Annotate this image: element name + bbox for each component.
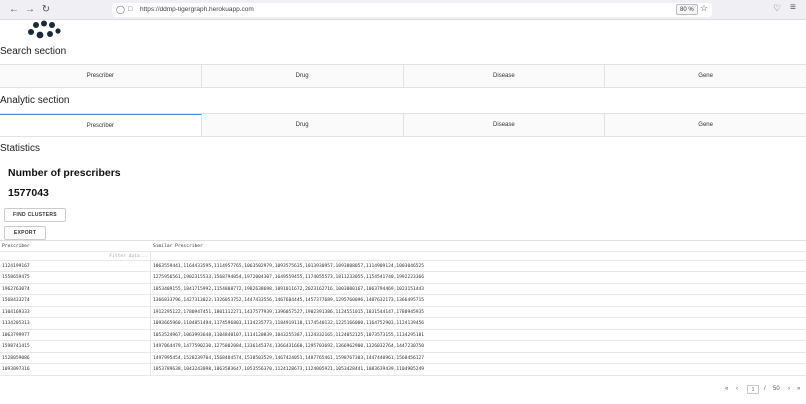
star-icon[interactable]: ☆ (700, 3, 708, 14)
total-pages: 50 (773, 386, 780, 392)
similar-prescriber-cell[interactable]: 1275956561,1902315533,1568794054,1972004… (153, 272, 803, 283)
search-section-title: Search section (0, 46, 67, 57)
similar-prescriber-cell[interactable]: 1366833796,1427313022,1326053752,1447433… (153, 295, 803, 306)
analytic-tab-disease[interactable]: Disease (404, 114, 606, 136)
similar-prescriber-cell[interactable]: 1093665960,1104851494,1174596803,1134235… (153, 318, 803, 329)
prescriber-cell[interactable]: 1962763074 (2, 284, 148, 295)
table-row[interactable]: 1063799977 1053524967,1063993648,11048401… (0, 330, 806, 341)
similarity-grid: Prescriber Similar Prescriber Filter dat… (0, 240, 806, 376)
shield-icon[interactable]: ◯ (116, 3, 125, 17)
prescriber-cell[interactable]: 1104169333 (2, 307, 148, 318)
similar-prescriber-cell[interactable]: 1497064479,1477590230,1275802084,1336145… (153, 341, 803, 352)
analytic-section-title: Analytic section (0, 95, 70, 106)
first-page-icon[interactable]: « (725, 386, 728, 392)
analytic-tab-gene[interactable]: Gene (605, 114, 806, 136)
app-logo (28, 20, 61, 39)
search-tab-prescriber[interactable]: Prescriber (0, 65, 202, 87)
similar-prescriber-cell[interactable]: 1497995454,1528239704,1568484574,1538503… (153, 353, 803, 364)
page-input[interactable]: 1 (747, 385, 759, 394)
table-row[interactable]: 1528059086 1497995454,1528239704,15684845… (0, 353, 806, 364)
search-tab-gene[interactable]: Gene (605, 65, 806, 87)
prescriber-cell[interactable]: 1063799977 (2, 330, 148, 341)
url-text[interactable]: https://ddmp-tigergraph.herokuapp.com (140, 3, 254, 17)
browser-toolbar: ← → ↻ ◯ □ https://ddmp-tigergraph.heroku… (0, 0, 806, 20)
prescriber-cell[interactable]: 1124199167 (2, 261, 148, 272)
table-row[interactable]: 1558659475 1275956561,1902315533,15687940… (0, 272, 806, 284)
prescriber-cell[interactable]: 1568433274 (2, 295, 148, 306)
metric-value: 1577043 (8, 187, 49, 199)
pocket-icon[interactable]: ♡ (773, 3, 781, 14)
filter-row: Filter data... (0, 252, 806, 261)
table-row[interactable]: 1124199167 1063559441,1164433595,11149577… (0, 261, 806, 272)
analytic-tab-drug[interactable]: Drug (202, 114, 404, 136)
search-tab-disease[interactable]: Disease (404, 65, 606, 87)
zoom-level[interactable]: 80 % (676, 4, 698, 15)
statistics-title: Statistics (0, 143, 41, 154)
export-button[interactable]: EXPORT (4, 226, 46, 240)
column-header-similar-prescriber[interactable]: Similar Prescriber (153, 241, 803, 252)
metric-label: Number of prescribers (8, 167, 121, 179)
prescriber-cell[interactable]: 1093097316 (2, 364, 148, 375)
find-clusters-button[interactable]: FIND CLUSTERS (4, 208, 66, 222)
lock-icon[interactable]: □ (128, 3, 132, 17)
analytic-tabs: Prescriber Drug Disease Gene (0, 113, 806, 137)
analytic-tab-prescriber[interactable]: Prescriber (0, 114, 202, 136)
similar-prescriber-cell[interactable]: 1053789638,1043243098,1063583647,1053556… (153, 364, 803, 375)
table-row[interactable]: 1134205313 1093665960,1104851494,11745968… (0, 318, 806, 330)
search-tabs: Prescriber Drug Disease Gene (0, 64, 806, 88)
search-tab-drug[interactable]: Drug (202, 65, 404, 87)
table-row[interactable]: 1104169333 1912295122,1780947451,18011122… (0, 307, 806, 318)
table-row[interactable]: 1568433274 1366833796,1427313022,13260537… (0, 295, 806, 307)
menu-icon[interactable]: ≡ (790, 2, 796, 13)
page-separator: / (764, 386, 766, 392)
similar-prescriber-cell[interactable]: 1053524967,1063993648,1104840107,1114120… (153, 330, 803, 341)
grid-header-row: Prescriber Similar Prescriber (0, 240, 806, 252)
prescriber-cell[interactable]: 1558659475 (2, 272, 148, 283)
reload-icon[interactable]: ↻ (40, 4, 52, 16)
prescriber-cell[interactable]: 1528059086 (2, 353, 148, 364)
next-page-icon[interactable]: › (788, 386, 790, 392)
similar-prescriber-cell[interactable]: 1063559441,1164433595,1114957765,1063502… (153, 261, 803, 272)
prev-page-icon[interactable]: ‹ (736, 386, 738, 392)
table-row[interactable]: 1962763074 1053409155,1841715992,11548087… (0, 284, 806, 295)
filter-input[interactable]: Filter data... (100, 252, 148, 261)
similar-prescriber-cell[interactable]: 1053409155,1841715992,1154808772,1982638… (153, 284, 803, 295)
prescriber-cell[interactable]: 1134205313 (2, 318, 148, 329)
similar-prescriber-cell[interactable]: 1912295122,1780947451,1801112271,1437577… (153, 307, 803, 318)
forward-icon[interactable]: → (24, 4, 36, 16)
column-header-prescriber[interactable]: Prescriber (2, 241, 148, 252)
back-icon[interactable]: ← (8, 4, 20, 16)
table-row[interactable]: 1598741415 1497064479,1477590230,12758020… (0, 341, 806, 353)
prescriber-cell[interactable]: 1598741415 (2, 341, 148, 352)
address-bar[interactable]: ◯ □ https://ddmp-tigergraph.herokuapp.co… (112, 3, 712, 17)
table-row[interactable]: 1093097316 1053789638,1043243098,10635836… (0, 364, 806, 376)
last-page-icon[interactable]: » (797, 386, 800, 392)
